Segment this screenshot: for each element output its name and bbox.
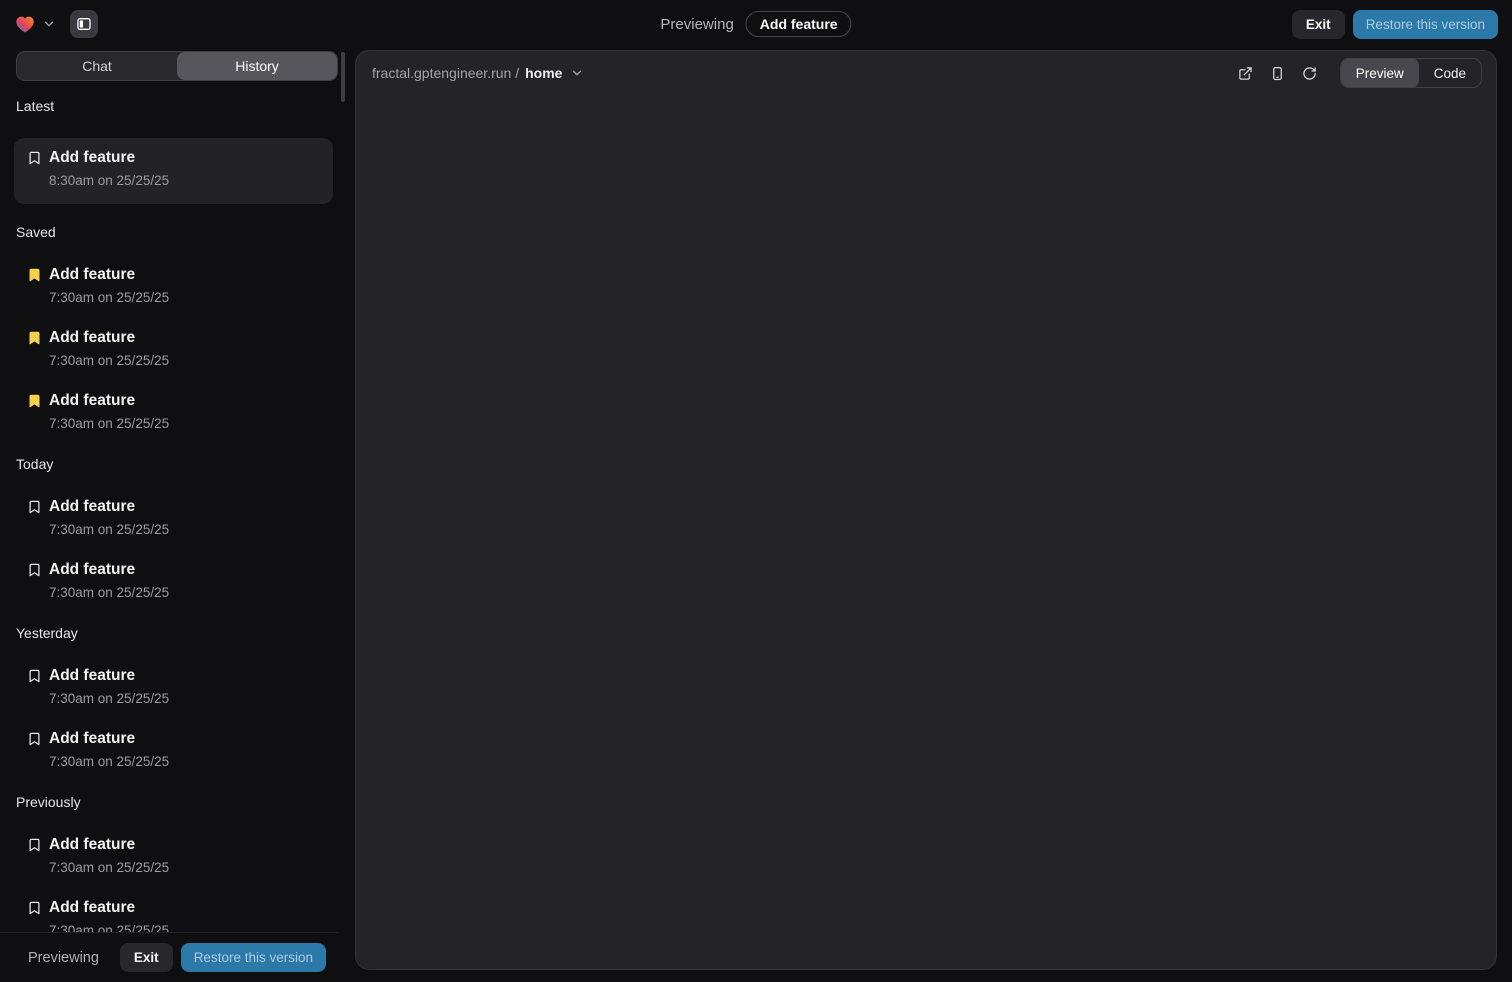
- version-pill[interactable]: Add feature: [746, 11, 852, 37]
- bookmark-outline-icon: [27, 499, 42, 515]
- restore-version-button[interactable]: Restore this version: [1353, 10, 1498, 39]
- smartphone-icon: [1270, 66, 1285, 81]
- history-list: Latest Add feature 8:30am on 25/25/25 Sa…: [0, 81, 347, 932]
- bookmark-filled-icon: [27, 267, 42, 283]
- history-item-timestamp: 7:30am on 25/25/25: [27, 750, 331, 774]
- bookmark-outline-icon: [27, 900, 42, 916]
- history-item[interactable]: Add feature 7:30am on 25/25/25: [16, 897, 331, 932]
- url-prefix: fractal.gptengineer.run /: [372, 65, 519, 81]
- history-sidebar: Chat History Latest Add feature 8:30am o…: [0, 48, 347, 982]
- url-page: home: [525, 65, 562, 81]
- section-title: Yesterday: [16, 623, 331, 643]
- tab-history[interactable]: History: [177, 52, 337, 80]
- view-toggle: Preview Code: [1340, 58, 1482, 88]
- history-item[interactable]: Add feature 7:30am on 25/25/25: [16, 728, 331, 774]
- sidebar-toggle-button[interactable]: [70, 10, 98, 38]
- previewing-status: Previewing: [28, 950, 120, 966]
- history-item-timestamp: 7:30am on 25/25/25: [27, 919, 331, 932]
- history-item-timestamp: 7:30am on 25/25/25: [27, 518, 331, 542]
- history-item[interactable]: Add feature 8:30am on 25/25/25: [14, 138, 333, 204]
- refresh-icon: [1302, 66, 1317, 81]
- bookmark-outline-icon: [27, 562, 42, 578]
- url-bar[interactable]: fractal.gptengineer.run / home: [372, 65, 1232, 81]
- history-item[interactable]: Add feature 7:30am on 25/25/25: [16, 327, 331, 373]
- history-item[interactable]: Add feature 7:30am on 25/25/25: [16, 834, 331, 880]
- bookmark-outline-icon: [27, 731, 42, 747]
- history-item-timestamp: 7:30am on 25/25/25: [27, 286, 331, 310]
- history-item-title: Add feature: [27, 665, 331, 687]
- history-section: Today Add feature 7:30am on 25/25/25 Add…: [16, 454, 331, 605]
- sidebar-footer: Previewing Exit Restore this version: [0, 932, 338, 982]
- chevron-down-icon[interactable]: [42, 17, 56, 31]
- section-title: Today: [16, 454, 331, 474]
- previewing-status: Previewing: [660, 16, 733, 33]
- toggle-code[interactable]: Code: [1419, 58, 1481, 88]
- panel-left-icon: [76, 16, 92, 32]
- sidebar-tabbar: Chat History: [16, 51, 338, 81]
- history-item-title: Add feature: [27, 327, 331, 349]
- section-title: Latest: [16, 96, 331, 116]
- history-item-timestamp: 7:30am on 25/25/25: [27, 412, 331, 436]
- history-item-title: Add feature: [27, 834, 331, 856]
- history-item-title: Add feature: [27, 897, 331, 919]
- history-item-title: Add feature: [27, 147, 320, 169]
- history-item-title: Add feature: [27, 264, 331, 286]
- history-section: Saved Add feature 7:30am on 25/25/25 Add…: [16, 222, 331, 436]
- history-section: Previously Add feature 7:30am on 25/25/2…: [16, 792, 331, 932]
- sidebar-scrollbar[interactable]: [341, 52, 345, 102]
- history-item-timestamp: 8:30am on 25/25/25: [27, 169, 320, 193]
- lovable-logo-icon[interactable]: [14, 13, 36, 35]
- mobile-view-button[interactable]: [1264, 59, 1292, 87]
- history-section: Latest Add feature 8:30am on 25/25/25: [16, 96, 331, 204]
- section-title: Saved: [16, 222, 331, 242]
- history-item[interactable]: Add feature 7:30am on 25/25/25: [16, 559, 331, 605]
- toggle-preview[interactable]: Preview: [1341, 58, 1419, 88]
- bookmark-outline-icon: [27, 837, 42, 853]
- history-item-title: Add feature: [27, 390, 331, 412]
- history-item-title: Add feature: [27, 728, 331, 750]
- bookmark-outline-icon: [27, 150, 42, 166]
- bookmark-filled-icon: [27, 330, 42, 346]
- history-item[interactable]: Add feature 7:30am on 25/25/25: [16, 496, 331, 542]
- preview-header: fractal.gptengineer.run / home: [356, 51, 1496, 95]
- restore-version-button[interactable]: Restore this version: [181, 943, 326, 972]
- preview-panel: fractal.gptengineer.run / home: [355, 50, 1497, 970]
- history-item-timestamp: 7:30am on 25/25/25: [27, 856, 331, 880]
- chevron-down-icon: [570, 66, 584, 80]
- history-item[interactable]: Add feature 7:30am on 25/25/25: [16, 390, 331, 436]
- history-item[interactable]: Add feature 7:30am on 25/25/25: [16, 665, 331, 711]
- history-item-title: Add feature: [27, 496, 331, 518]
- open-in-new-tab-button[interactable]: [1232, 59, 1260, 87]
- history-item-timestamp: 7:30am on 25/25/25: [27, 349, 331, 373]
- bookmark-outline-icon: [27, 668, 42, 684]
- refresh-button[interactable]: [1296, 59, 1324, 87]
- preview-content[interactable]: [356, 95, 1496, 969]
- history-item-title: Add feature: [27, 559, 331, 581]
- history-item-timestamp: 7:30am on 25/25/25: [27, 687, 331, 711]
- history-item[interactable]: Add feature 7:30am on 25/25/25: [16, 264, 331, 310]
- tab-chat[interactable]: Chat: [17, 52, 177, 80]
- top-bar: Previewing Add feature Exit Restore this…: [0, 0, 1512, 48]
- external-link-icon: [1238, 66, 1253, 81]
- bookmark-filled-icon: [27, 393, 42, 409]
- exit-button[interactable]: Exit: [1292, 10, 1345, 39]
- exit-button[interactable]: Exit: [120, 943, 173, 972]
- history-item-timestamp: 7:30am on 25/25/25: [27, 581, 331, 605]
- history-section: Yesterday Add feature 7:30am on 25/25/25…: [16, 623, 331, 774]
- section-title: Previously: [16, 792, 331, 812]
